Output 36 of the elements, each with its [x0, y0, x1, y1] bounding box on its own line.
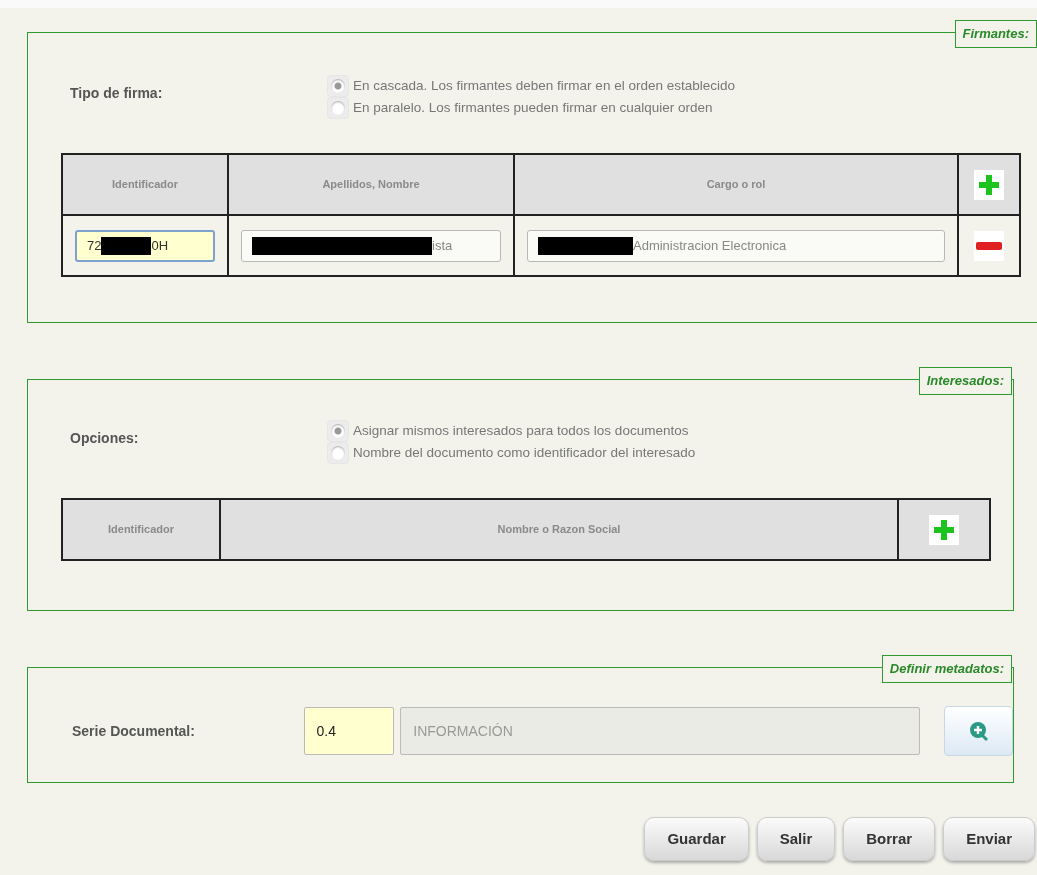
text-field[interactable]: ista [241, 229, 501, 262]
option-label: Tipo de firma: [70, 84, 164, 103]
section-legend: Definir metadatos: [881, 655, 1012, 683]
radio-button[interactable] [327, 97, 349, 119]
radio-label: Asignar mismos interesados para todos los documentos [353, 421, 689, 440]
field-label: Serie Documental: [72, 721, 196, 741]
action-button[interactable]: Salir [756, 817, 836, 861]
field-text: ista [432, 236, 453, 255]
add-icon[interactable] [974, 169, 1004, 200]
radio-label: En paralelo. Los firmantes pueden firmar en cualquier orden [353, 98, 713, 117]
code-field[interactable]: 0.4 [303, 707, 395, 755]
field-text: Administracion Electronica [633, 236, 787, 255]
section-legend: Interesados: [918, 367, 1012, 395]
action-button[interactable]: Borrar [843, 817, 936, 861]
section-legend: Firmantes: [954, 20, 1037, 48]
action-button[interactable]: Enviar [943, 817, 1035, 861]
radio-label: En cascada. Los firmantes deben firmar en el orden establecido [353, 76, 735, 95]
action-button[interactable]: Guardar [644, 817, 749, 861]
column-header: Cargo o rol [514, 154, 958, 215]
zoom-in-icon [967, 720, 990, 742]
column-header: Identificador [62, 154, 228, 215]
field-text: 0H [151, 236, 169, 255]
remove-icon[interactable] [974, 230, 1004, 261]
column-header: Nombre o Razon Social [220, 499, 898, 560]
radio-button[interactable] [327, 420, 349, 442]
text-field[interactable]: 72 0H [75, 229, 215, 262]
column-header: Apellidos, Nombre [228, 154, 514, 215]
radio-button[interactable] [327, 442, 349, 464]
column-header: Identificador [62, 499, 220, 560]
text-field[interactable]: Administracion Electronica [527, 229, 945, 262]
add-icon[interactable] [929, 514, 959, 545]
radio-button[interactable] [327, 75, 349, 97]
search-button[interactable] [944, 706, 1013, 756]
option-label: Opciones: [70, 429, 140, 448]
field-text: 72 [87, 236, 102, 255]
radio-label: Nombre del documento como identificador del interesado [353, 443, 696, 462]
